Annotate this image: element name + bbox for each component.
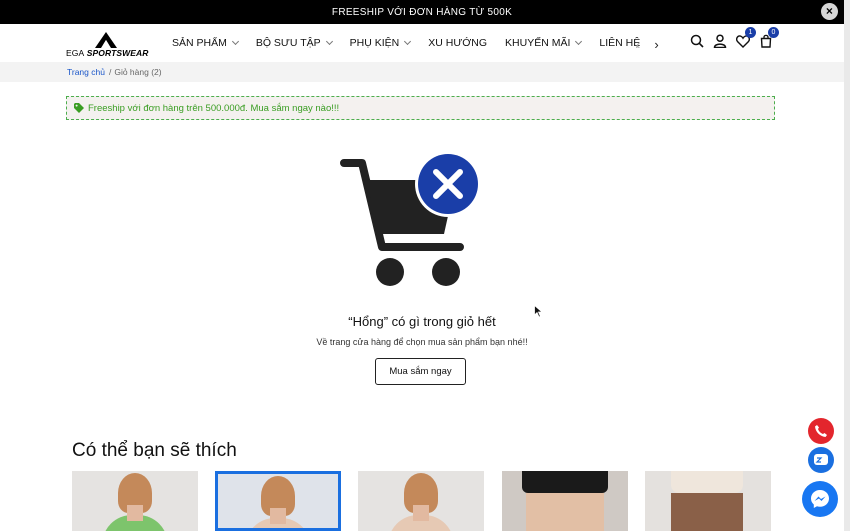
nav-next-icon[interactable]: › — [654, 37, 658, 52]
mouse-cursor-icon — [534, 305, 543, 318]
nav-prev-icon[interactable]: ‹ — [636, 37, 640, 52]
wishlist-count-badge: 1 — [745, 27, 756, 38]
breadcrumb-separator: / — [108, 67, 112, 77]
product-image — [671, 471, 743, 493]
tag-icon — [74, 103, 84, 113]
chevron-down-icon — [404, 37, 412, 46]
product-card[interactable] — [358, 471, 484, 531]
breadcrumb: Trang chủ / Giỏ hàng (2) — [0, 62, 844, 82]
nav-item-khuyen-mai[interactable]: KHUYẾN MÃI — [505, 37, 583, 49]
chevron-down-icon — [231, 37, 239, 46]
nav-item-xu-huong[interactable]: XU HƯỚNG — [428, 37, 487, 49]
close-icon[interactable]: × — [821, 3, 838, 20]
notice-text: Freeship với đơn hàng trên 500.000đ. Mua… — [88, 102, 340, 114]
site-header: EGA SPORTSWEAR SẢN PHẨM BỘ SƯU TẬP PHỤ K… — [0, 24, 844, 62]
product-image — [522, 471, 608, 493]
messenger-button[interactable] — [802, 481, 838, 517]
phone-call-button[interactable] — [808, 418, 834, 444]
shop-now-button[interactable]: Mua sắm ngay — [375, 358, 466, 385]
suggestions-title: Có thể bạn sẽ thích — [72, 440, 237, 461]
main-nav: SẢN PHẨM BỘ SƯU TẬP PHỤ KIỆN XU HƯỚNG KH… — [172, 24, 658, 62]
nav-item-bo-suu-tap[interactable]: BỘ SƯU TẬP — [256, 37, 333, 49]
wishlist-icon[interactable]: 1 — [735, 27, 756, 49]
phone-icon — [815, 425, 827, 437]
product-card[interactable] — [645, 471, 771, 531]
breadcrumb-home[interactable]: Trang chủ — [67, 67, 105, 77]
empty-cart-icon — [340, 151, 481, 286]
product-card[interactable] — [215, 471, 341, 531]
logo[interactable]: EGA SPORTSWEAR — [66, 32, 148, 58]
chevron-down-icon — [325, 37, 333, 46]
empty-cart-subtitle: Về trang cửa hàng để chọn mua sản phẩm b… — [316, 337, 528, 347]
chevron-down-icon — [575, 37, 583, 46]
nav-item-phu-kien[interactable]: PHỤ KIỆN — [350, 37, 412, 49]
freeship-notice: Freeship với đơn hàng trên 500.000đ. Mua… — [66, 96, 775, 120]
nav-arrows: ‹ › — [636, 37, 659, 52]
cart-icon[interactable]: 0 — [758, 27, 779, 49]
logo-text: EGA SPORTSWEAR — [66, 48, 149, 58]
page: FREESHIP VỚI ĐƠN HÀNG TỪ 500K × EGA SPOR… — [0, 0, 850, 531]
zalo-icon — [814, 454, 828, 465]
zalo-chat-button[interactable] — [808, 447, 834, 473]
product-card[interactable] — [502, 471, 628, 531]
cart-count-badge: 0 — [768, 27, 779, 38]
search-icon[interactable] — [689, 33, 704, 49]
announcement-text: FREESHIP VỚI ĐƠN HÀNG TỪ 500K — [331, 6, 513, 18]
header-icons: 1 0 — [689, 27, 779, 49]
logo-mark-icon — [95, 32, 117, 48]
nav-item-san-pham[interactable]: SẢN PHẨM — [172, 37, 239, 49]
breadcrumb-current: Giỏ hàng (2) — [114, 67, 162, 77]
product-card[interactable] — [72, 471, 198, 531]
messenger-icon — [811, 490, 829, 508]
announcement-bar: FREESHIP VỚI ĐƠN HÀNG TỪ 500K × — [0, 0, 844, 24]
account-icon[interactable] — [712, 33, 727, 49]
nav-item-lien-he[interactable]: LIÊN HỆ — [599, 37, 640, 49]
empty-cart-title: “Hổng” có gì trong giỏ hết — [348, 314, 496, 329]
